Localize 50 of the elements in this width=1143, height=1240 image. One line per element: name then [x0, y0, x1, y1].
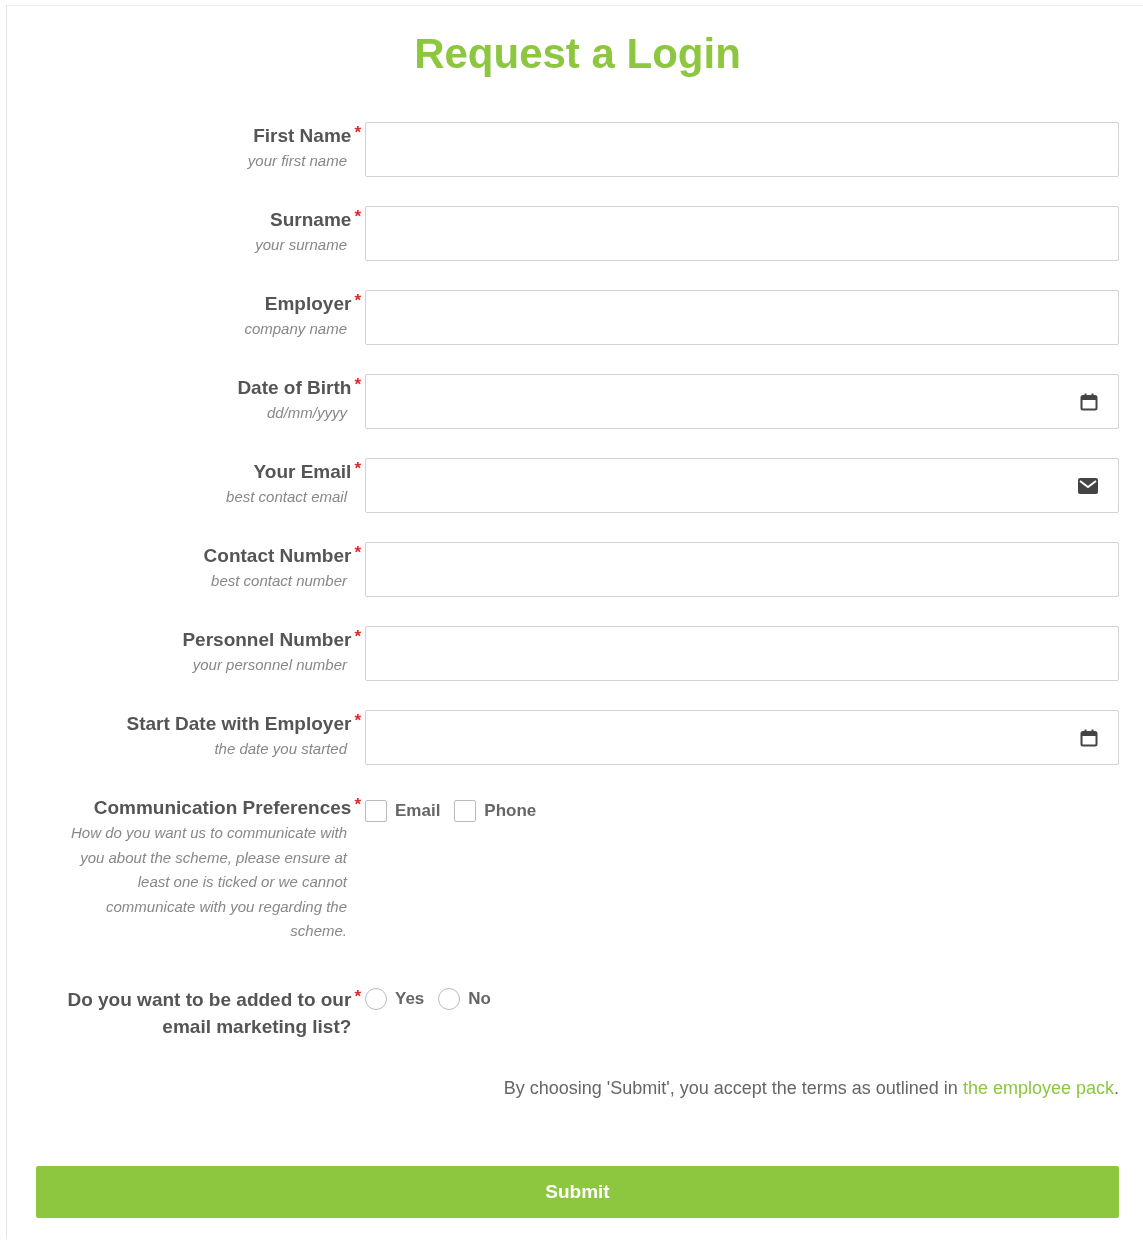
field-hint: best contact email [226, 487, 347, 507]
date-field[interactable] [365, 374, 1119, 429]
checkbox[interactable] [365, 800, 387, 822]
field-hint: best contact number [211, 571, 347, 591]
email-field[interactable] [365, 458, 1119, 513]
field-label: Surname [270, 208, 353, 232]
field-label: Employer [264, 292, 353, 316]
field-label: Personnel Number [182, 628, 353, 652]
required-mark: * [354, 122, 361, 144]
radio-button[interactable] [438, 987, 461, 1010]
text-field[interactable] [365, 626, 1119, 681]
checkbox[interactable] [454, 800, 477, 822]
field-label: First Name [253, 124, 353, 148]
field-hint: company name [244, 319, 347, 339]
calendar-icon[interactable] [1080, 728, 1098, 747]
required-mark: * [354, 710, 361, 732]
text-field[interactable] [365, 122, 1119, 177]
field-hint: the date you started [214, 739, 347, 759]
field-label: Communication Preferences [93, 796, 353, 820]
field-label: Do you want to be added to our email marketing list? [66, 987, 353, 1039]
field-label: Start Date with Employer [126, 712, 353, 736]
envelope-icon [1078, 477, 1098, 494]
text-field[interactable] [365, 206, 1119, 261]
field-hint: How do you want us to communicate with you about the scheme, please ensure at least one is ticked or we cannot communicate with you regarding the scheme. [70, 823, 347, 941]
page-title: Request a Login [413, 29, 742, 79]
field-label: Date of Birth [237, 376, 353, 400]
field-label: Contact Number [203, 544, 353, 568]
checkbox-label[interactable]: Phone [484, 801, 537, 821]
field-hint: your first name [247, 151, 347, 171]
text-field[interactable] [365, 290, 1119, 345]
required-mark: * [354, 626, 361, 648]
radio-label[interactable]: No [468, 988, 491, 1009]
calendar-icon[interactable] [1080, 392, 1098, 411]
required-mark: * [354, 458, 361, 480]
required-mark: * [354, 794, 361, 816]
date-field[interactable] [365, 710, 1119, 765]
field-hint: your personnel number [192, 655, 347, 675]
required-mark: * [354, 985, 361, 1008]
required-mark: * [354, 206, 361, 228]
text-field[interactable] [365, 542, 1119, 597]
required-mark: * [354, 542, 361, 564]
field-hint: dd/mm/yyyy [267, 403, 347, 423]
required-mark: * [354, 374, 361, 396]
radio-label[interactable]: Yes [395, 988, 425, 1009]
field-label: Your Email [253, 460, 353, 484]
terms-text: By choosing 'Submit', you accept the terms as outlined in the employee pack. [502, 1076, 1119, 1100]
required-mark: * [354, 290, 361, 312]
checkbox-label[interactable]: Email [395, 801, 441, 821]
radio-button[interactable] [365, 987, 387, 1010]
field-hint: your surname [255, 235, 347, 255]
